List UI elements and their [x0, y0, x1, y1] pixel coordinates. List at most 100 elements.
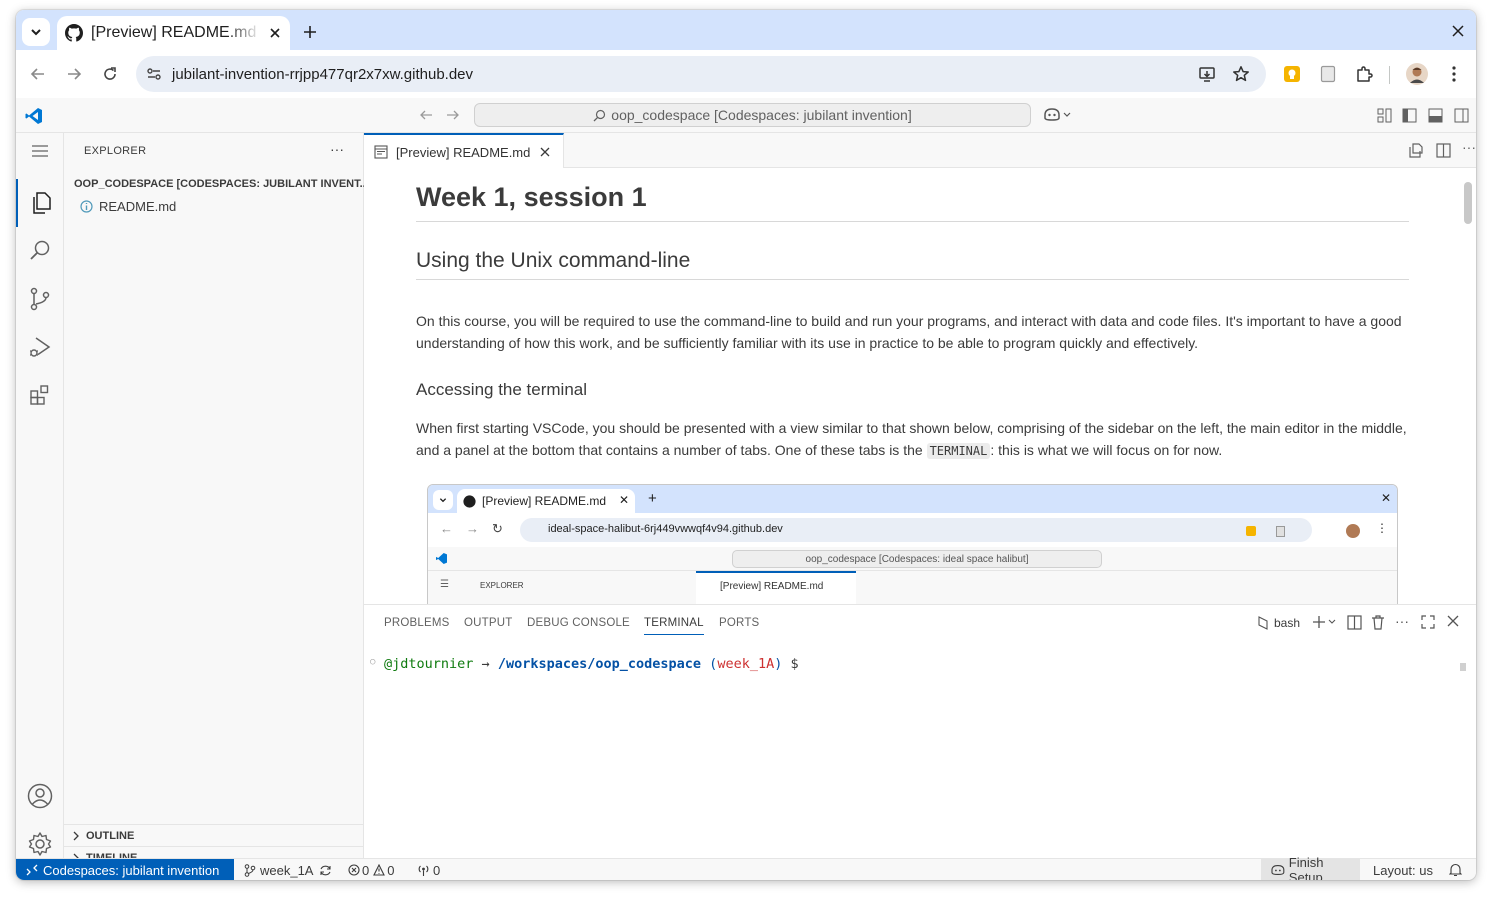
search-icon [30, 240, 50, 260]
extensions-view-button[interactable] [16, 371, 64, 419]
command-center[interactable]: oop_codespace [Codespaces: jubilant inve… [474, 103, 1031, 127]
close-icon [1452, 25, 1464, 37]
nested-editor-tab-label: [Preview] README.md [720, 581, 824, 592]
customize-layout-icon[interactable] [1377, 108, 1392, 123]
run-debug-view-button[interactable] [16, 323, 64, 371]
profile-avatar[interactable] [1405, 62, 1429, 86]
address-bar[interactable]: jubilant-invention-rrjpp477qr2x7xw.githu… [136, 56, 1266, 92]
ports-indicator[interactable]: 0 [417, 859, 440, 880]
document-icon [1276, 526, 1285, 537]
arrow-right-icon [68, 68, 82, 80]
plus-icon [304, 26, 316, 38]
panel-more-icon[interactable]: ··· [1395, 613, 1409, 629]
finish-setup-button[interactable]: Finish Setup [1261, 855, 1360, 880]
avatar-icon [1406, 63, 1428, 85]
new-tab-button[interactable] [298, 20, 322, 44]
editor-scrollbar[interactable] [1464, 182, 1472, 224]
keyboard-layout[interactable]: Layout: us [1373, 859, 1433, 880]
workspace-folder[interactable]: OOP_CODESPACE [CODESPACES: JUBILANT INVE… [70, 173, 364, 195]
more-vertical-icon: ⋮ [1376, 521, 1388, 535]
prompt-arrow: → [481, 656, 490, 672]
star-icon[interactable] [1232, 65, 1250, 83]
doc-paragraph-2-text: When first starting VSCode, you should b… [416, 420, 1407, 458]
split-editor-icon[interactable] [1436, 143, 1451, 158]
puzzle-icon [1357, 66, 1373, 82]
menu-button[interactable] [16, 139, 64, 163]
preview-icon [374, 145, 388, 159]
trash-icon[interactable] [1371, 615, 1385, 630]
workspace-folder-label: OOP_CODESPACE [CODESPACES: JUBILANT INVE… [74, 178, 364, 190]
explorer-view-button[interactable] [16, 179, 64, 227]
embedded-screenshot: [Preview] README.md ✕ + ✕ ← → ↻ ideal-sp… [427, 484, 1398, 604]
plus-icon: + [648, 490, 657, 507]
extensions-button[interactable] [1352, 62, 1376, 86]
source-control-view-button[interactable] [16, 275, 64, 323]
vscode-logo-icon[interactable] [25, 107, 43, 125]
terminal-output[interactable]: ○ @jdtournier → /workspaces/oop_codespac… [370, 656, 799, 672]
close-panel-icon[interactable] [1447, 615, 1459, 627]
reload-icon [104, 67, 116, 80]
editor-more-icon[interactable]: ··· [1462, 139, 1476, 155]
outline-section[interactable]: OUTLINE [64, 824, 364, 846]
editor-tab-bar: [Preview] README.md ··· [364, 133, 1476, 169]
reload-button[interactable] [98, 62, 122, 86]
browser-toolbar: jubilant-invention-rrjpp477qr2x7xw.githu… [16, 50, 1476, 98]
new-terminal-button[interactable] [1312, 614, 1338, 630]
reading-mode-button[interactable] [1316, 62, 1340, 86]
search-view-button[interactable] [16, 227, 64, 275]
remote-indicator[interactable]: Codespaces: jubilant invention [16, 859, 234, 880]
copilot-icon [1044, 108, 1071, 121]
prompt-user: @jdtournier [384, 656, 474, 672]
tab-debug-console[interactable]: DEBUG CONSOLE [527, 617, 630, 629]
bottom-panel: PROBLEMS OUTPUT DEBUG CONSOLE TERMINAL P… [364, 604, 1476, 858]
files-icon [33, 192, 51, 214]
close-icon[interactable] [540, 147, 550, 157]
tab-strip: [Preview] README.md [16, 10, 1476, 50]
install-app-icon[interactable] [1198, 65, 1216, 83]
close-tab-icon[interactable] [266, 24, 284, 42]
editor-tab-readme-preview[interactable]: [Preview] README.md [364, 133, 564, 169]
back-button[interactable] [26, 62, 50, 86]
accounts-button[interactable] [16, 772, 64, 820]
tab-terminal[interactable]: TERMINAL [644, 617, 704, 635]
browser-tab-title: [Preview] README.md [91, 24, 257, 41]
tab-search-button[interactable] [22, 18, 50, 46]
branch-indicator[interactable]: week_1A [244, 859, 332, 880]
split-terminal-icon[interactable] [1347, 615, 1362, 630]
branch-label: week_1A [260, 862, 314, 878]
extension-yellow-button[interactable] [1280, 62, 1304, 86]
nested-address-bar: ideal-space-halibut-6rj449vwwqf4v94.gith… [520, 518, 1312, 542]
nested-tabstrip: [Preview] README.md ✕ + ✕ [428, 485, 1397, 513]
copilot-button[interactable] [1043, 106, 1073, 122]
file-item-label: README.md [99, 198, 177, 214]
site-settings-icon[interactable] [146, 66, 162, 82]
file-item-readme[interactable]: README.md [80, 195, 176, 217]
remote-label: Codespaces: jubilant invention [43, 862, 220, 878]
problems-indicator[interactable]: 0 0 [348, 859, 394, 880]
tab-ports[interactable]: PORTS [719, 617, 759, 629]
toggle-sidebar-icon[interactable] [1402, 108, 1417, 123]
ports-count: 0 [433, 862, 441, 878]
tab-problems[interactable]: PROBLEMS [384, 617, 450, 629]
notifications-button[interactable] [1449, 859, 1462, 880]
nested-editor-tab: [Preview] README.md [696, 571, 856, 604]
window-close-button[interactable] [1446, 19, 1470, 43]
error-icon [348, 864, 360, 876]
nav-back-icon[interactable] [419, 108, 433, 122]
open-source-icon[interactable] [1408, 143, 1423, 158]
terminal-icon [1258, 616, 1268, 630]
more-actions-icon[interactable]: ··· [330, 141, 344, 157]
nested-vscode-titlebar: oop_codespace [Codespaces: ideal space h… [428, 547, 1397, 571]
browser-tab[interactable]: [Preview] README.md [57, 16, 290, 50]
toggle-secondary-sidebar-icon[interactable] [1454, 108, 1469, 123]
chrome-menu-button[interactable] [1442, 62, 1466, 86]
terminal-scrollbar[interactable] [1460, 663, 1466, 671]
terminal-profile[interactable]: bash [1257, 616, 1300, 630]
toggle-panel-icon[interactable] [1428, 108, 1443, 123]
maximize-panel-icon[interactable] [1421, 615, 1435, 629]
nav-forward-icon[interactable] [446, 108, 460, 122]
tab-output[interactable]: OUTPUT [464, 617, 512, 629]
forward-button[interactable] [62, 62, 86, 86]
doc-paragraph-2: When first starting VSCode, you should b… [416, 417, 1409, 462]
chevron-down-icon [31, 29, 41, 36]
